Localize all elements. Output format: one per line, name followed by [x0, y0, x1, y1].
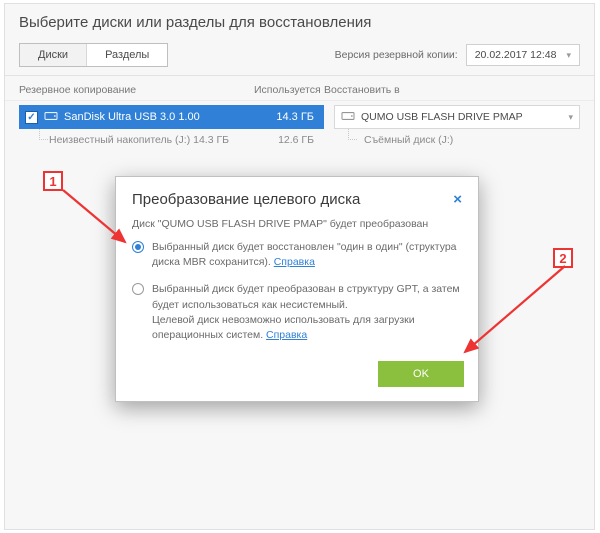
- chevron-down-icon: ▾: [566, 50, 571, 61]
- drive-icon: [44, 110, 58, 125]
- annotation-2: 2: [553, 248, 573, 268]
- help-link[interactable]: Справка: [274, 256, 315, 268]
- dialog-title: Преобразование целевого диска: [132, 191, 360, 208]
- dest-partition-name: Съёмный диск (J:): [364, 134, 453, 146]
- content-area: ✓ SanDisk Ultra USB 3.0 1.00 14.3 ГБ Неи…: [5, 101, 594, 151]
- tab-disks[interactable]: Диски: [20, 44, 87, 66]
- source-partition-name: Неизвестный накопитель (J:) 14.3 ГБ: [49, 134, 229, 146]
- radio-option-gpt[interactable]: Выбранный диск будет преобразован в стру…: [132, 282, 462, 343]
- page-title: Выберите диски или разделы для восстанов…: [5, 4, 594, 39]
- close-icon[interactable]: ×: [453, 191, 462, 208]
- backup-version-value: 20.02.2017 12:48: [475, 49, 557, 61]
- tab-partitions[interactable]: Разделы: [87, 44, 167, 66]
- backup-version-select[interactable]: 20.02.2017 12:48 ▾: [466, 44, 580, 66]
- drive-icon: [341, 110, 355, 125]
- col-backup: Резервное копирование: [19, 84, 254, 96]
- dest-drive-select[interactable]: QUMO USB FLASH DRIVE PMAP ▾: [334, 105, 580, 129]
- dest-pane: QUMO USB FLASH DRIVE PMAP ▾ Съёмный диск…: [324, 105, 580, 151]
- col-restore-to: Восстановить в: [324, 84, 580, 96]
- dialog-subtitle: Диск "QUMO USB FLASH DRIVE PMAP" будет п…: [116, 212, 478, 232]
- toolbar: Диски Разделы Версия резервной копии: 20…: [5, 39, 594, 76]
- ok-button[interactable]: OK: [378, 361, 464, 387]
- radio-option-mbr[interactable]: Выбранный диск будет восстановлен "один …: [132, 240, 462, 270]
- radio-group: Выбранный диск будет восстановлен "один …: [116, 232, 478, 343]
- radio-option-gpt-text: Выбранный диск будет преобразован в стру…: [152, 282, 462, 343]
- source-drive-row[interactable]: ✓ SanDisk Ultra USB 3.0 1.00 14.3 ГБ: [19, 105, 324, 129]
- column-headers: Резервное копирование Используется Восст…: [5, 76, 594, 101]
- source-pane: ✓ SanDisk Ultra USB 3.0 1.00 14.3 ГБ Неи…: [19, 105, 324, 151]
- view-segmented: Диски Разделы: [19, 43, 168, 67]
- dest-drive-name: QUMO USB FLASH DRIVE PMAP: [361, 111, 523, 123]
- source-partition-used: 12.6 ГБ: [278, 134, 324, 146]
- source-drive-size: 14.3 ГБ: [276, 111, 318, 123]
- annotation-1: 1: [43, 171, 63, 191]
- dest-partition-row: Съёмный диск (J:): [334, 129, 580, 151]
- col-used: Используется: [254, 84, 324, 96]
- convert-disk-dialog: Преобразование целевого диска × Диск "QU…: [115, 176, 479, 402]
- app-window: Выберите диски или разделы для восстанов…: [4, 3, 595, 530]
- source-drive-name: SanDisk Ultra USB 3.0 1.00: [64, 111, 200, 123]
- help-link[interactable]: Справка: [266, 329, 307, 341]
- radio-icon[interactable]: [132, 241, 144, 253]
- backup-version-label: Версия резервной копии:: [335, 49, 458, 61]
- radio-icon[interactable]: [132, 283, 144, 295]
- radio-option-mbr-text: Выбранный диск будет восстановлен "один …: [152, 240, 462, 270]
- source-partition-row[interactable]: Неизвестный накопитель (J:) 14.3 ГБ 12.6…: [19, 129, 324, 151]
- source-drive-checkbox[interactable]: ✓: [25, 111, 38, 124]
- chevron-down-icon: ▾: [568, 112, 573, 123]
